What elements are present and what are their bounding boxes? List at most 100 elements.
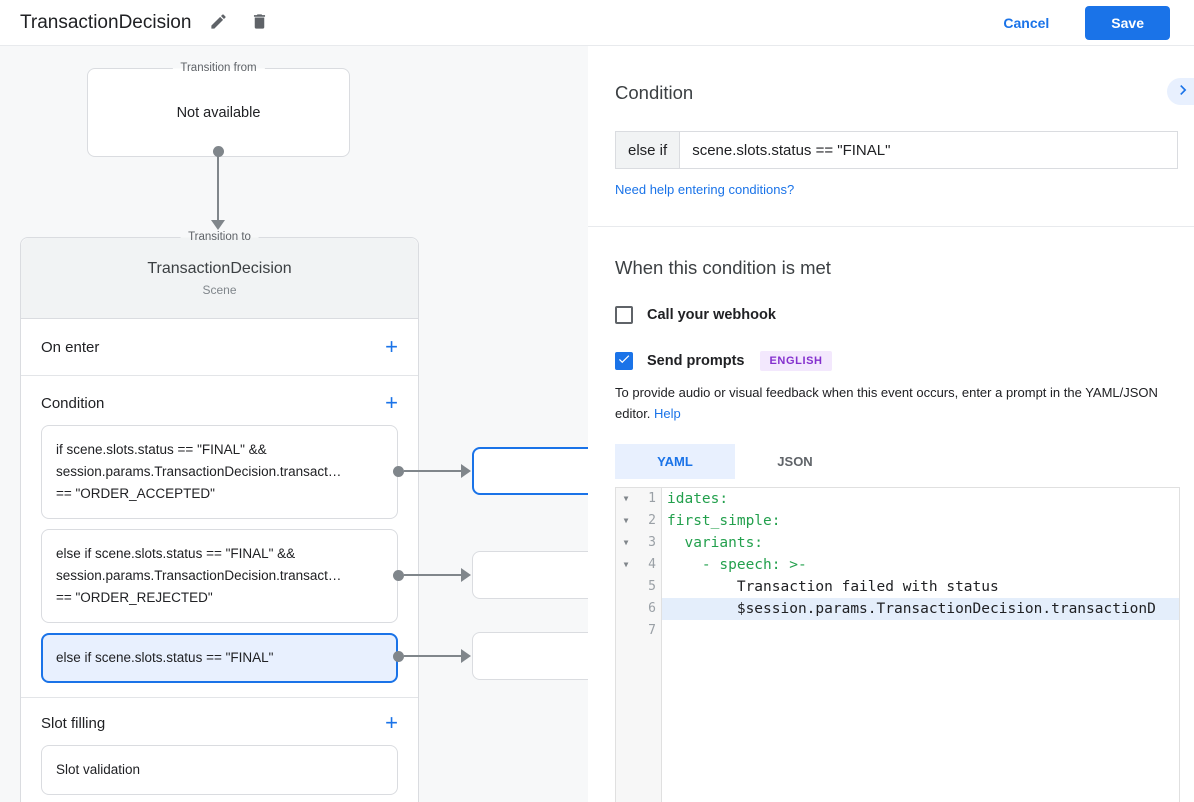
transition-from-legend: Transition from [172,61,265,76]
condition-prefix-label: else if [616,132,681,168]
code-lines: ▼ 1 idates: ▼ 2 first_simple: ▼ 3 variants: ▼ 4 -… [616,487,1179,642]
send-prompts-label: Send prompts [647,353,745,369]
connector-dot [393,570,404,581]
tab-json[interactable]: JSON [735,444,855,479]
transition-to-box: Transition to TransactionDecision Scene … [20,230,419,802]
tab-yaml[interactable]: YAML [615,443,735,479]
code-text: $session.params.TransactionDecision.tran… [662,597,1179,620]
add-condition-button[interactable]: + [385,392,398,414]
line-number: 5 [636,575,662,598]
condition-line: == "ORDER_ACCEPTED" [56,486,215,501]
arrow-down-icon [211,220,225,230]
condition-line: session.params.TransactionDecision.trans… [56,464,342,479]
transition-to-legend: Transition to [180,230,259,245]
on-enter-label: On enter [41,338,100,356]
fold-arrow-icon[interactable]: ▼ [616,531,636,554]
edit-title-button[interactable] [205,8,232,38]
connector-line [404,655,461,657]
condition-panel-title: Condition [615,82,694,103]
language-badge: ENGLISH [760,351,832,371]
condition-card-final-selected[interactable]: else if scene.slots.status == "FINAL" [41,633,398,683]
scene-name: TransactionDecision [147,260,292,277]
code-text: idates: [667,490,729,507]
condition-card-accepted[interactable]: if scene.slots.status == "FINAL" && sess… [41,425,398,519]
yaml-code-editor[interactable]: ▼ 1 idates: ▼ 2 first_simple: ▼ 3 variants: ▼ 4 -… [615,486,1180,802]
checkmark-icon [617,352,631,371]
prompt-helper-text: To provide audio or visual feedback when… [615,383,1178,425]
code-text: first_simple: [667,512,781,529]
pencil-icon [209,12,228,34]
line-number: 6 [636,597,662,620]
transition-from-value: Not available [176,104,261,121]
scene-header: TransactionDecision Scene [21,238,418,319]
trash-icon [250,12,269,34]
condition-line: session.params.TransactionDecision.trans… [56,568,342,583]
when-met-title: When this condition is met [615,257,831,278]
code-line[interactable]: ▼ 4 - speech: >- [616,553,1179,576]
condition-line: else if scene.slots.status == "FINAL" [56,650,274,665]
condition-help-link[interactable]: Need help entering conditions? [615,182,794,197]
page-title: TransactionDecision [20,11,192,33]
code-line[interactable]: ▼ 3 variants: [616,531,1179,554]
code-line[interactable]: ▼ 2 first_simple: [616,509,1179,532]
connector-dot [393,466,404,477]
editor-tabs: YAML JSON [615,443,1178,479]
editor-gutter-rest [616,641,1179,802]
slot-filling-section: Slot filling + Slot validation [21,698,418,795]
line-number: 3 [636,531,662,554]
code-line[interactable]: 5 Transaction failed with status [616,575,1179,598]
line-number: 7 [636,619,662,642]
arrow-right-icon [461,568,471,582]
add-slot-button[interactable]: + [385,712,398,734]
save-button[interactable]: Save [1085,5,1170,40]
collapse-panel-button[interactable] [1167,78,1194,105]
send-prompts-checkbox[interactable] [615,352,633,370]
code-text: variants: [667,534,764,551]
fold-gutter [616,597,636,620]
helper-text: To provide audio or visual feedback when… [615,385,1158,421]
connector-line [217,156,219,220]
transition-target-box-active[interactable] [472,447,588,495]
help-link[interactable]: Help [654,406,681,421]
fold-arrow-icon[interactable]: ▼ [616,553,636,576]
transition-target-box[interactable] [472,632,588,680]
condition-editor-panel: Condition else if Need help entering con… [588,46,1194,802]
condition-section-label: Condition [41,394,105,412]
add-on-enter-button[interactable]: + [385,336,398,358]
condition-line: == "ORDER_REJECTED" [56,590,213,605]
webhook-check-row: Call your webhook [615,306,1178,324]
transition-target-box[interactable] [472,551,588,599]
condition-line: else if scene.slots.status == "FINAL" && [56,546,296,561]
condition-expression-input[interactable] [680,132,1177,168]
line-number: 4 [636,553,662,576]
connector-dot [393,651,404,662]
on-enter-section: On enter + [21,319,418,376]
scene-diagram-canvas: Transition from Not available Transition… [0,46,588,802]
transition-from-box: Transition from Not available [87,61,350,157]
line-number: 2 [636,509,662,532]
arrow-right-icon [461,464,471,478]
code-line[interactable]: 7 [616,619,1179,642]
condition-expression-row: else if [615,131,1178,169]
webhook-checkbox[interactable] [615,306,633,324]
line-number: 1 [636,487,662,510]
fold-arrow-icon[interactable]: ▼ [616,487,636,510]
prompts-check-row: Send prompts ENGLISH [615,351,1178,371]
condition-card-rejected[interactable]: else if scene.slots.status == "FINAL" &&… [41,529,398,623]
slot-filling-label: Slot filling [41,714,106,732]
fold-arrow-icon[interactable]: ▼ [616,509,636,532]
slot-validation-card[interactable]: Slot validation [41,745,398,795]
code-text: Transaction failed with status [667,578,999,595]
code-line[interactable]: ▼ 1 idates: [616,487,1179,510]
arrow-right-icon [461,649,471,663]
chevron-right-icon [1173,80,1193,103]
condition-section: Condition + if scene.slots.status == "FI… [21,376,418,698]
delete-scene-button[interactable] [246,8,273,38]
cancel-button[interactable]: Cancel [1003,15,1049,31]
condition-line: if scene.slots.status == "FINAL" && [56,442,267,457]
code-line[interactable]: 6 $session.params.TransactionDecision.tr… [616,597,1179,620]
fold-gutter [616,575,636,598]
scene-type-label: Scene [202,283,237,297]
fold-gutter [616,619,636,642]
